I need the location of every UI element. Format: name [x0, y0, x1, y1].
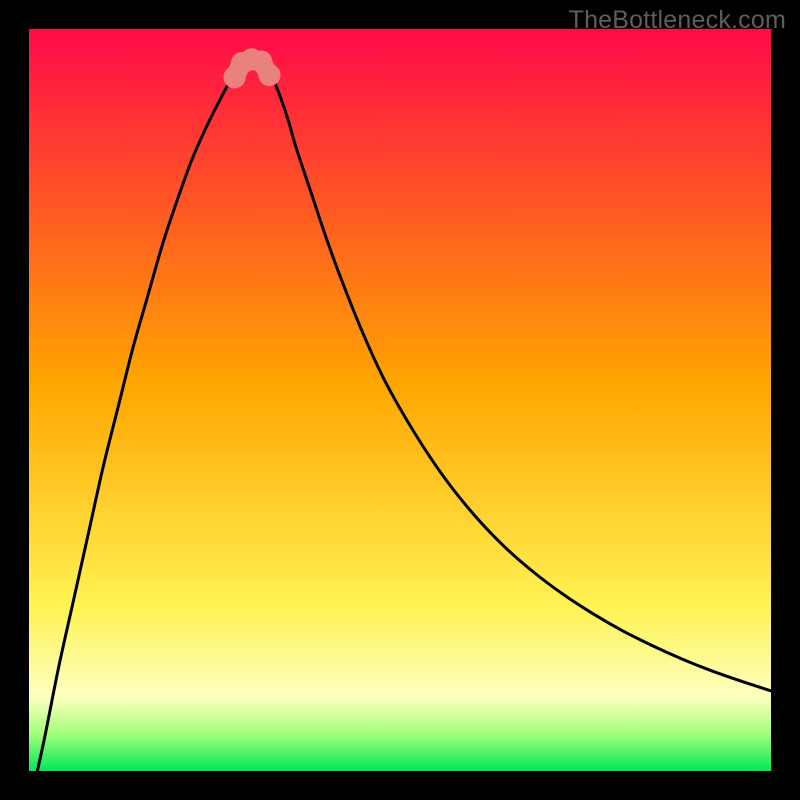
bottleneck-chart — [29, 29, 771, 771]
watermark-text: TheBottleneck.com — [569, 6, 786, 35]
curve-marker — [258, 64, 280, 86]
gradient-background — [29, 29, 771, 771]
chart-plot-area — [29, 29, 771, 771]
